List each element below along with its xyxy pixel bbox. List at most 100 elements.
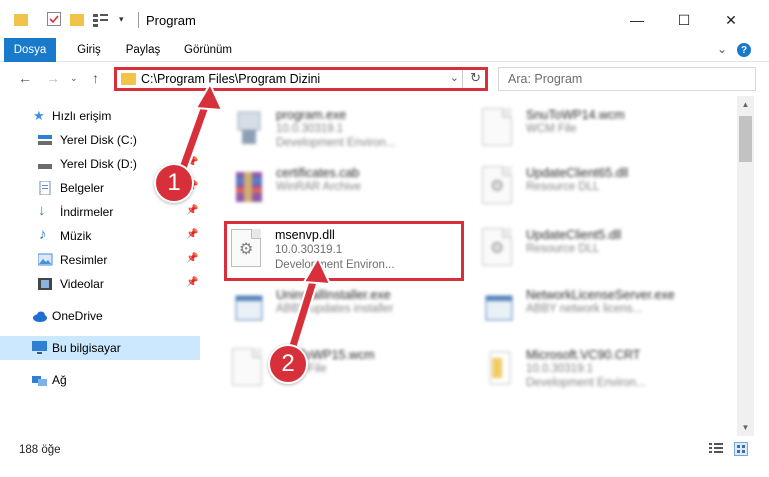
properties-icon[interactable] (47, 12, 61, 26)
status-bar: 188 öğe (0, 436, 769, 477)
scroll-up-icon[interactable]: ▲ (737, 96, 754, 113)
winrar-icon (232, 166, 266, 206)
title-bar: ▾ Program — ☐ ✕ (0, 0, 769, 38)
scroll-thumb[interactable] (739, 116, 752, 162)
sidebar-item-label: İndirmeler (60, 205, 114, 219)
sidebar-item-label: Belgeler (60, 181, 105, 195)
downloads-icon: ↓ (38, 202, 46, 219)
refresh-icon[interactable]: ↻ (470, 70, 481, 86)
expand-ribbon-icon[interactable]: ⌄ (717, 42, 727, 56)
file-name: UpdateClient5.dll (526, 228, 622, 242)
address-row: ← → ⌄ ↑ C:\Program Files\Program Dizini … (0, 62, 769, 96)
maximize-button[interactable]: ☐ (669, 8, 699, 32)
videos-icon (38, 277, 53, 291)
list-item[interactable]: program.exe 10.0.30319.1 Development Env… (224, 102, 474, 158)
sidebar-item-label: Resimler (60, 253, 108, 267)
file-name: msenvp.dll (275, 228, 335, 242)
pin-icon[interactable]: 📌 (186, 157, 198, 168)
details-view-icon[interactable] (709, 442, 723, 456)
tab-home[interactable]: Giriş (67, 38, 111, 62)
sidebar-item-label: Bu bilgisayar (52, 341, 121, 355)
sidebar-item-label: Ağ (52, 373, 67, 387)
list-item[interactable]: ⚙ UpdateClient65.dll Resource DLL (474, 160, 724, 216)
recent-chevron-icon[interactable]: ⌄ (70, 73, 78, 84)
file-name: certificates.cab (276, 166, 360, 180)
window-title: Program (146, 13, 196, 28)
disk-icon (38, 133, 53, 147)
forward-arrow-icon[interactable]: → (46, 70, 60, 86)
file-name: Microsoft.VC90.CRT (526, 348, 641, 362)
new-folder-icon[interactable] (70, 14, 84, 26)
tab-view[interactable]: Görünüm (176, 38, 240, 62)
help-icon[interactable]: ? (737, 43, 751, 57)
file-name: UpdateClient65.dll (526, 166, 629, 180)
list-item[interactable]: UninstallInstaller.exe ABBY updates inst… (224, 282, 474, 338)
star-icon: ★ (33, 108, 45, 123)
sidebar-item-music[interactable]: ♪ Müzik 📌 (0, 224, 200, 248)
sidebar-item-network[interactable]: Ağ (0, 368, 200, 392)
pin-icon[interactable]: 📌 (186, 205, 198, 216)
file-meta: Resource DLL (526, 181, 600, 193)
tiles-view-icon[interactable] (734, 442, 748, 456)
sidebar-item-onedrive[interactable]: OneDrive (0, 304, 200, 328)
callout-one: 1 (154, 163, 194, 203)
address-dropdown-icon[interactable]: ⌄ (450, 71, 459, 84)
sidebar-item-disk-c[interactable]: Yerel Disk (C:) (0, 128, 200, 152)
sidebar-item-label: Yerel Disk (C:) (60, 133, 137, 147)
callout-two: 2 (268, 344, 308, 384)
folder-icon (121, 73, 136, 85)
file-name: NetworkLicenseServer.exe (526, 288, 675, 302)
minimize-button[interactable]: — (622, 8, 652, 32)
close-button[interactable]: ✕ (716, 8, 746, 32)
sidebar-item-this-pc[interactable]: Bu bilgisayar (0, 336, 200, 360)
list-item[interactable]: SnuToWP14.wcm WCM File (474, 102, 724, 158)
sidebar-item-downloads[interactable]: ↓ İndirmeler 📌 (0, 200, 200, 224)
file-meta: 10.0.30319.1 (526, 363, 594, 375)
installer-icon (482, 288, 516, 328)
ribbon: Dosya Giriş Paylaş Görünüm ⌄ ? (0, 38, 769, 62)
vertical-scrollbar[interactable]: ▲ ▼ (737, 96, 754, 436)
address-bar[interactable]: C:\Program Files\Program Dizini ⌄ ↻ (114, 67, 488, 91)
sidebar-item-quick-access[interactable]: ★ Hızlı erişim (0, 104, 200, 128)
view-options-icon[interactable] (93, 13, 108, 27)
pin-icon[interactable]: 📌 (186, 277, 198, 288)
sidebar-item-label: Müzik (60, 229, 92, 243)
file-name: SnuToWP14.wcm (526, 108, 625, 122)
tab-share[interactable]: Paylaş (118, 38, 168, 62)
back-arrow-icon[interactable]: ← (18, 70, 32, 86)
dll-gear-icon: ⚙ (231, 229, 265, 269)
dll-gear-icon: ⚙ (482, 166, 516, 206)
file-meta: Development Environ... (275, 259, 395, 271)
up-arrow-icon[interactable]: ↑ (92, 70, 99, 86)
navigation-pane: ★ Hızlı erişim Yerel Disk (C:) Yerel Dis… (0, 96, 205, 436)
document-icon (482, 108, 516, 148)
pin-icon[interactable]: 📌 (186, 253, 198, 264)
folder-icon (14, 14, 28, 26)
list-item[interactable]: ⚙ UpdateClient5.dll Resource DLL (474, 222, 724, 278)
computer-icon (32, 341, 47, 355)
search-input[interactable] (508, 69, 708, 89)
scroll-down-icon[interactable]: ▼ (737, 419, 754, 436)
tab-file[interactable]: Dosya (4, 38, 56, 62)
file-meta: Development Environ... (276, 137, 396, 149)
onedrive-icon (32, 309, 47, 323)
sidebar-item-label: Yerel Disk (D:) (60, 157, 137, 171)
item-count: 188 öğe (19, 444, 61, 456)
file-meta: WCM File (526, 123, 577, 135)
music-icon: ♪ (39, 226, 47, 243)
sidebar-item-label: Videolar (60, 277, 104, 291)
list-item[interactable]: SnuToWP15.wcm WCM File (224, 342, 474, 398)
list-item-msenvp[interactable]: ⚙ msenvp.dll 10.0.30319.1 Development En… (227, 224, 461, 278)
list-item[interactable]: certificates.cab WinRAR Archive (224, 160, 474, 216)
sidebar-item-pictures[interactable]: Resimler 📌 (0, 248, 200, 272)
search-box[interactable] (498, 67, 756, 91)
list-item[interactable]: NetworkLicenseServer.exe ABBY network li… (474, 282, 724, 338)
sidebar-item-videos[interactable]: Videolar 📌 (0, 272, 200, 296)
address-path[interactable]: C:\Program Files\Program Dizini (141, 72, 320, 86)
chevron-down-icon[interactable]: ▾ (119, 14, 133, 28)
list-item[interactable]: Microsoft.VC90.CRT 10.0.30319.1 Developm… (474, 342, 724, 398)
file-name: UninstallInstaller.exe (276, 288, 391, 302)
installer-icon (232, 288, 266, 328)
pin-icon[interactable]: 📌 (186, 229, 198, 240)
highlighted-file[interactable]: ⚙ msenvp.dll 10.0.30319.1 Development En… (224, 221, 464, 281)
